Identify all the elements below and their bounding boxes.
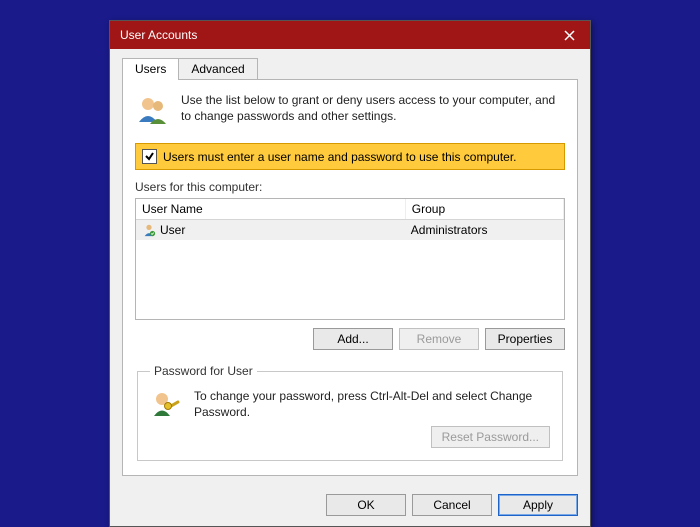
password-help-text: To change your password, press Ctrl-Alt-… xyxy=(194,388,550,420)
tab-strip: Users Advanced xyxy=(122,58,578,80)
intro-row: Use the list below to grant or deny user… xyxy=(135,90,565,141)
key-icon xyxy=(150,388,184,425)
remove-button: Remove xyxy=(399,328,479,350)
intro-text: Use the list below to grant or deny user… xyxy=(181,92,565,131)
client-area: Users Advanced Use the list below to gra… xyxy=(110,49,590,486)
check-icon xyxy=(144,151,155,162)
tab-advanced[interactable]: Advanced xyxy=(178,58,257,80)
cell-user-name: User xyxy=(160,223,185,237)
require-login-label: Users must enter a user name and passwor… xyxy=(163,150,517,164)
tab-users[interactable]: Users xyxy=(122,58,179,80)
password-group-legend: Password for User xyxy=(150,364,257,378)
require-login-checkbox[interactable] xyxy=(142,149,157,164)
users-listview[interactable]: User Name Group User Administrators xyxy=(135,198,565,320)
dialog-footer: OK Cancel Apply xyxy=(110,486,590,526)
user-accounts-window: User Accounts Users Advanced Use the lis xyxy=(109,20,591,527)
users-icon xyxy=(135,92,171,131)
listview-header[interactable]: User Name Group xyxy=(136,199,564,220)
users-list-label: Users for this computer: xyxy=(135,180,565,194)
column-user-name[interactable]: User Name xyxy=(136,199,406,219)
password-groupbox: Password for User To change your passwor… xyxy=(137,364,563,461)
close-button[interactable] xyxy=(548,21,590,49)
add-button[interactable]: Add... xyxy=(313,328,393,350)
require-login-row[interactable]: Users must enter a user name and passwor… xyxy=(135,143,565,170)
tab-panel-users: Use the list below to grant or deny user… xyxy=(122,79,578,476)
reset-password-button: Reset Password... xyxy=(431,426,550,448)
user-buttons-row: Add... Remove Properties xyxy=(135,328,565,350)
ok-button[interactable]: OK xyxy=(326,494,406,516)
column-group[interactable]: Group xyxy=(406,199,564,219)
titlebar[interactable]: User Accounts xyxy=(110,21,590,49)
cancel-button[interactable]: Cancel xyxy=(412,494,492,516)
close-icon xyxy=(564,30,575,41)
user-icon xyxy=(142,223,156,237)
apply-button[interactable]: Apply xyxy=(498,494,578,516)
cell-group: Administrators xyxy=(405,220,564,240)
list-item[interactable]: User Administrators xyxy=(136,220,564,240)
properties-button[interactable]: Properties xyxy=(485,328,565,350)
window-title: User Accounts xyxy=(110,28,548,42)
